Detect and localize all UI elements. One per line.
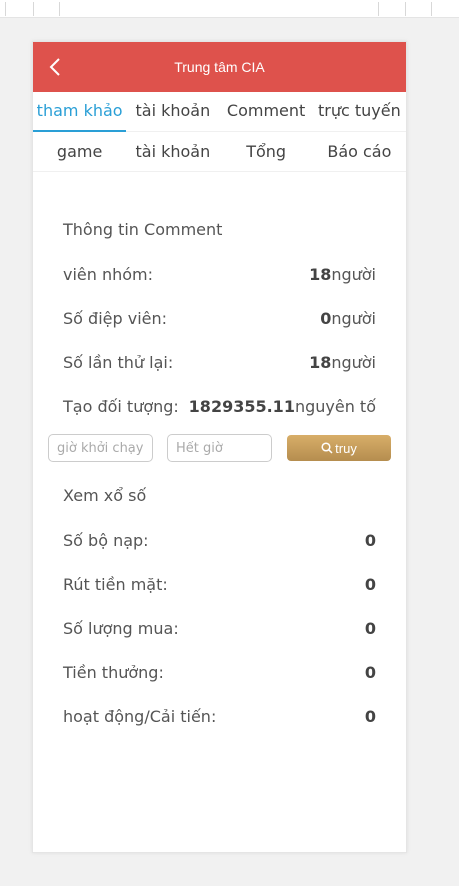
tab-online[interactable]: trực tuyến [313, 92, 406, 132]
lottery-section: Xem xổ số Số bộ nạp: 0 Rút tiền mặt: 0 S… [33, 474, 406, 738]
tab-account[interactable]: tài khoản [126, 92, 219, 132]
tab-reference[interactable]: tham khảo [33, 92, 127, 132]
back-button[interactable] [43, 55, 67, 79]
stat-value: 0 [364, 618, 376, 638]
stat-value: 1829355.11 [188, 396, 295, 416]
start-time-input[interactable] [48, 434, 153, 462]
stat-row: Rút tiền mặt: 0 [63, 562, 376, 606]
search-icon [321, 442, 333, 454]
stat-label: viên nhóm: [63, 264, 154, 284]
stat-unit: người [331, 308, 376, 328]
comment-section-title: Thông tin Comment [63, 220, 223, 239]
stat-row: Tiền thưởng: 0 [63, 650, 376, 694]
date-filter: truy [33, 433, 406, 463]
stat-value: 0 [320, 308, 332, 328]
stat-row: Số lượng mua: 0 [63, 606, 376, 650]
app-header: Trung tâm CIA [33, 42, 406, 92]
stat-value: 18 [309, 264, 332, 284]
end-time-input[interactable] [167, 434, 272, 462]
tab-report[interactable]: Báo cáo [313, 132, 406, 172]
tab-row-2: game tài khoản Tổng Báo cáo [33, 132, 406, 172]
browser-top-strip [0, 0, 459, 18]
tab-game[interactable]: game [33, 132, 126, 172]
stat-label: Tạo đối tượng: [63, 396, 179, 416]
lottery-section-title: Xem xổ số [63, 486, 147, 505]
query-button-label: truy [335, 440, 357, 456]
stat-unit: người [331, 264, 376, 284]
comment-section: Thông tin Comment viên nhóm: 18người Số … [33, 208, 406, 428]
stat-label: Số lượng mua: [63, 618, 179, 638]
stat-label: Số điệp viên: [63, 308, 168, 328]
tab-comment[interactable]: Comment [220, 92, 313, 132]
stat-label: Số bộ nạp: [63, 530, 149, 550]
header-title: Trung tâm CIA [174, 59, 265, 75]
stat-unit: người [331, 352, 376, 372]
chevron-left-icon [49, 58, 60, 76]
stat-row: Số bộ nạp: 0 [63, 518, 376, 562]
tab-row-1: tham khảo tài khoản Comment trực tuyến [33, 92, 406, 132]
stat-value: 0 [364, 574, 376, 594]
stat-value: 0 [364, 706, 376, 726]
stat-label: Rút tiền mặt: [63, 574, 168, 594]
stat-value: 0 [364, 530, 376, 550]
query-button[interactable]: truy [287, 435, 391, 461]
stat-label: Tiền thưởng: [63, 662, 164, 682]
stat-value: 0 [364, 662, 376, 682]
tab-total[interactable]: Tổng [220, 132, 313, 172]
stat-label: hoạt động/Cải tiến: [63, 706, 217, 726]
phone-frame: Trung tâm CIA tham khảo tài khoản Commen… [32, 41, 407, 853]
stat-label: Số lần thử lại: [63, 352, 174, 372]
stat-value: 18 [309, 352, 332, 372]
stat-unit: nguyên tố [294, 396, 376, 416]
tab-account-2[interactable]: tài khoản [126, 132, 219, 172]
stat-row: Số lần thử lại: 18người [63, 340, 376, 384]
stat-row: Số điệp viên: 0người [63, 296, 376, 340]
stat-row: viên nhóm: 18người [63, 252, 376, 296]
stat-row: hoạt động/Cải tiến: 0 [63, 694, 376, 738]
stat-row: Tạo đối tượng: 1829355.11nguyên tố [63, 384, 376, 428]
